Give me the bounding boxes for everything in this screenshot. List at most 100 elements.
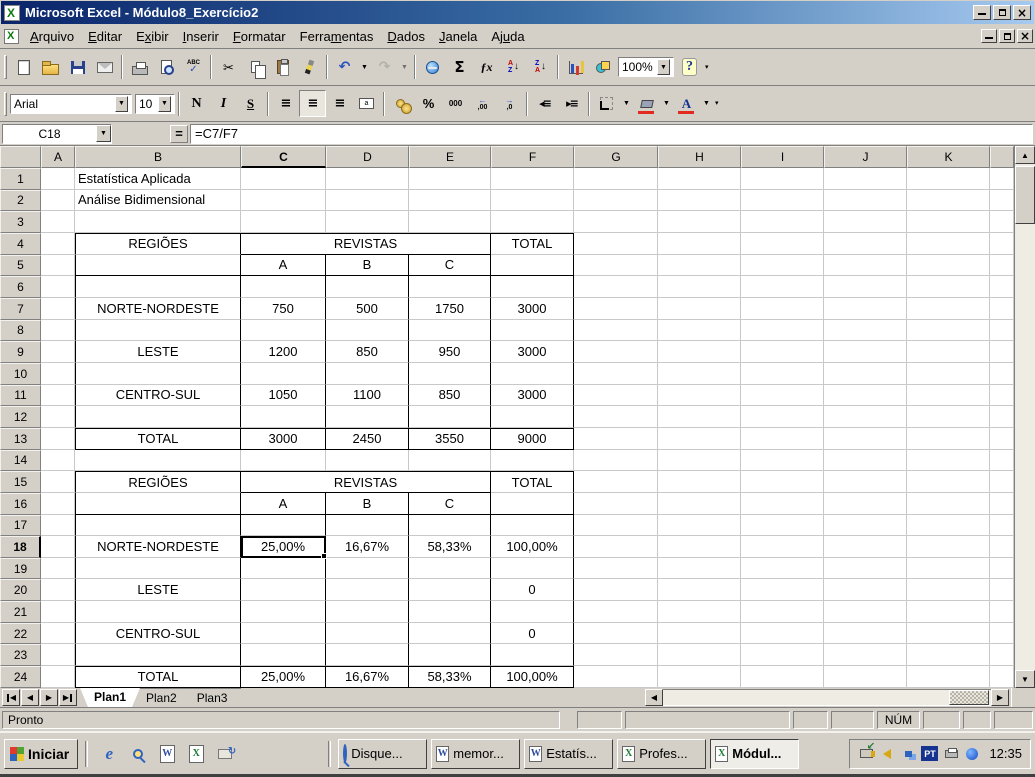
cell-J3[interactable]	[824, 211, 907, 233]
row-header-8[interactable]: 8	[0, 320, 41, 342]
cell-C1[interactable]	[241, 168, 326, 190]
cell-G1[interactable]	[574, 168, 658, 190]
cell-D17[interactable]	[326, 515, 409, 537]
cell-A22[interactable]	[41, 623, 75, 645]
cell-E12[interactable]	[409, 406, 491, 428]
cell-K6[interactable]	[907, 276, 990, 298]
cell-H17[interactable]	[658, 515, 741, 537]
bold-button[interactable]: N	[183, 90, 210, 117]
excel-app-icon[interactable]	[4, 5, 20, 21]
cell-H2[interactable]	[658, 190, 741, 212]
paste-button[interactable]	[269, 54, 296, 81]
cell-J11[interactable]	[824, 385, 907, 407]
cell-F19[interactable]	[491, 558, 574, 580]
cell-G17[interactable]	[574, 515, 658, 537]
column-header-I[interactable]: I	[741, 146, 824, 168]
edit-formula-button[interactable]: =	[170, 125, 188, 143]
scroll-down-button[interactable]: ▼	[1015, 670, 1035, 688]
name-box-dropdown[interactable]: ▼	[96, 125, 111, 142]
cell-H4[interactable]	[658, 233, 741, 255]
cell-C24[interactable]: 25,00%	[241, 666, 326, 688]
row-header-20[interactable]: 20	[0, 579, 41, 601]
cell-B14[interactable]	[75, 450, 241, 472]
cell-E23[interactable]	[409, 644, 491, 666]
cell-J19[interactable]	[824, 558, 907, 580]
cell-G6[interactable]	[574, 276, 658, 298]
menu-inserir[interactable]: Inserir	[176, 26, 226, 47]
cell-C8[interactable]	[241, 320, 326, 342]
cell-C2[interactable]	[241, 190, 326, 212]
percent-button[interactable]: %	[415, 90, 442, 117]
last-sheet-button[interactable]: ▶	[59, 689, 77, 706]
cell-G16[interactable]	[574, 493, 658, 515]
cell-C10[interactable]	[241, 363, 326, 385]
toolbar-options-button[interactable]: ▾	[705, 65, 709, 70]
cell-I15[interactable]	[741, 471, 824, 493]
email-button[interactable]	[91, 54, 118, 81]
cell-D22[interactable]	[326, 623, 409, 645]
cell-I17[interactable]	[741, 515, 824, 537]
cell-H21[interactable]	[658, 601, 741, 623]
cell-I6[interactable]	[741, 276, 824, 298]
cell-I1[interactable]	[741, 168, 824, 190]
sheet-tab-plan1[interactable]: Plan1	[80, 688, 140, 707]
cell-E6[interactable]	[409, 276, 491, 298]
cell-A10[interactable]	[41, 363, 75, 385]
cell-F1[interactable]	[491, 168, 574, 190]
task-button-modul[interactable]: XMódul...	[710, 739, 799, 769]
cell-B1[interactable]: Estatística Aplicada	[75, 168, 241, 190]
new-button[interactable]	[10, 54, 37, 81]
menu-dados[interactable]: Dados	[380, 26, 432, 47]
column-header-D[interactable]: D	[326, 146, 409, 168]
cell-K2[interactable]	[907, 190, 990, 212]
align-left-button[interactable]: ≡	[272, 90, 299, 117]
cell-G15[interactable]	[574, 471, 658, 493]
cell-F14[interactable]	[491, 450, 574, 472]
task-button-estatis[interactable]: WEstatís...	[524, 739, 613, 769]
cell-G20[interactable]	[574, 579, 658, 601]
cell-A24[interactable]	[41, 666, 75, 688]
cell-I3[interactable]	[741, 211, 824, 233]
cell-K12[interactable]	[907, 406, 990, 428]
cell-D14[interactable]	[326, 450, 409, 472]
cell-J13[interactable]	[824, 428, 907, 450]
print-button[interactable]	[126, 54, 153, 81]
internet-explorer-icon[interactable]: e	[99, 744, 119, 764]
cell-F24[interactable]: 100,00%	[491, 666, 574, 688]
cell-K9[interactable]	[907, 341, 990, 363]
cell-J2[interactable]	[824, 190, 907, 212]
cell-J7[interactable]	[824, 298, 907, 320]
align-center-button[interactable]: ≡	[299, 90, 326, 117]
cell-D7[interactable]: 500	[326, 298, 409, 320]
cell-A12[interactable]	[41, 406, 75, 428]
cell-J23[interactable]	[824, 644, 907, 666]
cell-D18[interactable]: 16,67%	[326, 536, 409, 558]
cell-F13[interactable]: 9000	[491, 428, 574, 450]
cell-G22[interactable]	[574, 623, 658, 645]
cell-H15[interactable]	[658, 471, 741, 493]
cell-I12[interactable]	[741, 406, 824, 428]
cell-A17[interactable]	[41, 515, 75, 537]
menu-exibir[interactable]: Exibir	[129, 26, 176, 47]
cell-E10[interactable]	[409, 363, 491, 385]
cell-E3[interactable]	[409, 211, 491, 233]
vertical-scroll-thumb[interactable]	[1015, 166, 1035, 224]
horizontal-scroll-thumb[interactable]	[949, 690, 989, 705]
cell-I21[interactable]	[741, 601, 824, 623]
cell-B6[interactable]	[75, 276, 241, 298]
cell-H18[interactable]	[658, 536, 741, 558]
cell-H12[interactable]	[658, 406, 741, 428]
paste-function-button[interactable]: ƒx	[473, 54, 500, 81]
cell-J16[interactable]	[824, 493, 907, 515]
row-header-3[interactable]: 3	[0, 211, 41, 233]
menu-editar[interactable]: Editar	[81, 26, 129, 47]
cell-K15[interactable]	[907, 471, 990, 493]
column-header-K[interactable]: K	[907, 146, 990, 168]
cell-G10[interactable]	[574, 363, 658, 385]
cell-K18[interactable]	[907, 536, 990, 558]
cell-K20[interactable]	[907, 579, 990, 601]
spelling-button[interactable]: ABC✓	[180, 54, 207, 81]
cell-B23[interactable]	[75, 644, 241, 666]
cell-B21[interactable]	[75, 601, 241, 623]
cell-G11[interactable]	[574, 385, 658, 407]
